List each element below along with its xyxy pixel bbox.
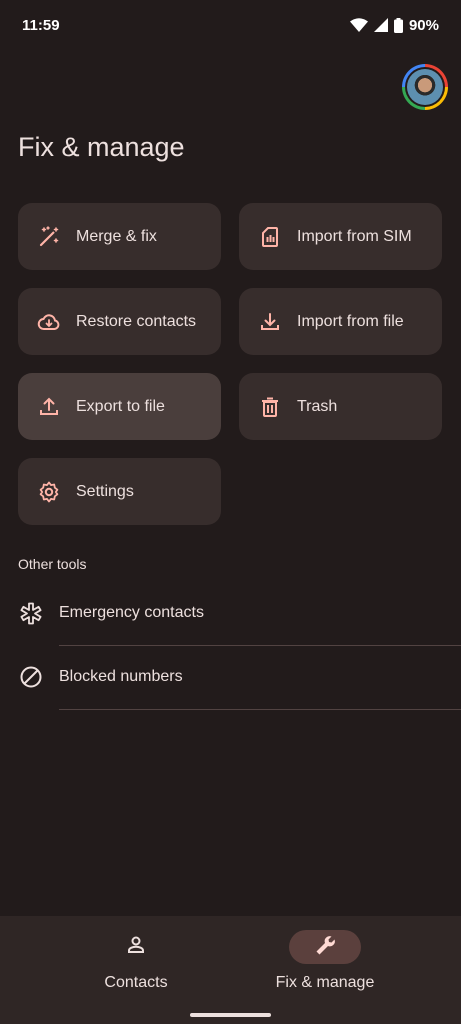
person-icon (124, 933, 148, 962)
blocked-numbers-item[interactable]: Blocked numbers (0, 645, 461, 709)
settings-button[interactable]: Settings (18, 458, 221, 525)
sim-card-icon (257, 224, 283, 250)
trash-icon (257, 394, 283, 420)
magic-wand-icon (36, 224, 62, 250)
nav-pill (100, 930, 172, 964)
divider (59, 709, 461, 710)
status-time: 11:59 (22, 16, 60, 34)
list-item-label: Emergency contacts (59, 604, 204, 621)
nav-label: Fix & manage (275, 974, 375, 991)
battery-icon (393, 17, 403, 33)
import-file-button[interactable]: Import from file (239, 288, 442, 355)
merge-fix-button[interactable]: Merge & fix (18, 203, 221, 270)
tile-label: Restore contacts (76, 312, 197, 330)
nav-contacts[interactable]: Contacts (56, 930, 216, 992)
cloud-restore-icon (36, 309, 62, 335)
status-bar: 11:59 90% (0, 0, 461, 50)
wifi-icon (349, 18, 368, 32)
gesture-bar[interactable] (190, 1013, 271, 1017)
restore-contacts-button[interactable]: Restore contacts (18, 288, 221, 355)
block-icon (18, 664, 44, 690)
nav-label: Contacts (104, 974, 168, 991)
tile-label: Import from file (297, 312, 404, 330)
tile-label: Merge & fix (76, 227, 157, 245)
page-title: Fix & manage (18, 132, 185, 162)
status-icons: 90% (349, 16, 439, 34)
export-file-button[interactable]: Export to file (18, 373, 221, 440)
trash-button[interactable]: Trash (239, 373, 442, 440)
gear-icon (36, 479, 62, 505)
nav-fix-manage[interactable]: Fix & manage (245, 930, 405, 992)
tile-label: Settings (76, 482, 134, 500)
tile-label: Trash (297, 397, 338, 415)
other-tools-heading: Other tools (18, 556, 87, 572)
bottom-navigation: Contacts Fix & manage (0, 916, 461, 1024)
tile-label: Import from SIM (297, 227, 412, 245)
download-icon (257, 309, 283, 335)
signal-icon (373, 18, 388, 32)
import-sim-button[interactable]: Import from SIM (239, 203, 442, 270)
tools-grid: Merge & fix Import from SIM Restore cont… (18, 203, 442, 525)
list-item-label: Blocked numbers (59, 668, 183, 685)
upload-icon (36, 394, 62, 420)
account-avatar[interactable] (402, 64, 448, 110)
wrench-icon (313, 933, 337, 962)
tile-label: Export to file (76, 397, 165, 415)
battery-percent: 90% (408, 16, 439, 34)
nav-pill-active (289, 930, 361, 964)
emergency-contacts-item[interactable]: Emergency contacts (0, 581, 461, 645)
emergency-icon (18, 600, 44, 626)
